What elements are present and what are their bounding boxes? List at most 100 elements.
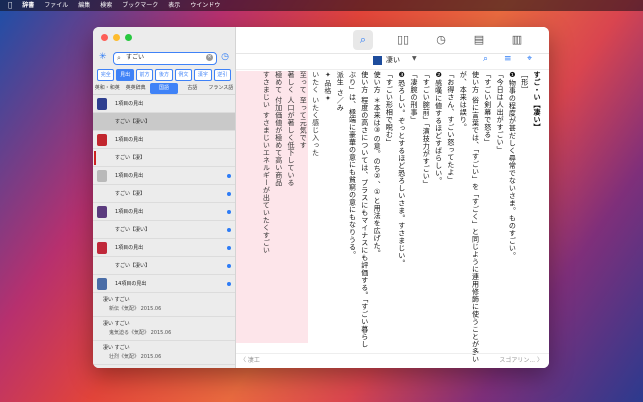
list-item[interactable]: すごい【凄い】 [93, 257, 235, 275]
marker-bar [94, 151, 96, 165]
menu-window[interactable]: ウインドウ [190, 0, 220, 11]
entry-text-column: 「すごい形相で睨む」 [385, 71, 394, 146]
history-item-detail: 壮烈《気配》 2015.06 [109, 354, 162, 360]
search-in-entry-icon[interactable]: ⌕ [483, 54, 488, 64]
entry-text-column: 「すごい腕前」「演技力がすごい」 [422, 71, 431, 188]
dict-tab-0[interactable]: 英和・和英 [93, 83, 121, 94]
library-icon[interactable]: ▥ [507, 30, 527, 50]
entry-text-column: ❶物事の程度が甚だしく尋常でないさま。ものすごい。 [508, 71, 517, 260]
close-button[interactable] [101, 34, 108, 41]
menu-list-icon[interactable]: ≡ [504, 54, 512, 64]
entry-text-column: 使い方 程度の高さについては、プラスにもマイナスにも評価する。「すごい暮らし [360, 71, 369, 348]
unread-dot-icon [227, 246, 231, 250]
dictionary-icon [97, 170, 107, 182]
headword: すご・い【凄い】 [533, 71, 541, 131]
result-list: 1項目の見出 すごい【凄い】 1項目の見出 すごい【凄】 1項目の見出 すごい【凄】 1項目… [93, 95, 235, 368]
history-icon[interactable]: ◷ [431, 30, 451, 50]
list-item[interactable]: すごい【凄】 [93, 185, 235, 203]
search-row: ✳ ⌕ すごい ✕ ◷ [99, 52, 229, 66]
search-value: すごい [126, 54, 145, 61]
segment-2[interactable]: 前方 [135, 69, 154, 81]
unread-dot-icon [227, 174, 231, 178]
dictionary-tabs: 英和・和英 英英辞典 国語 古語 フランス語 [93, 83, 235, 95]
entry-text-column: 使い方 ＊本来は③の意。のち②、①と用法を広げた。 [373, 71, 382, 257]
list-item[interactable]: 1項目の見出 [93, 203, 235, 221]
segment-1[interactable]: 見出 [116, 69, 134, 81]
entry-text-column: いたく いたく感じ入った [311, 71, 320, 157]
list-item[interactable]: 1項目の見出 [93, 167, 235, 185]
list-icon[interactable]: ▤ [469, 30, 489, 50]
apple-icon[interactable]:  [8, 0, 12, 11]
list-item[interactable]: 1項目の見出 [93, 239, 235, 257]
history-item[interactable]: 凄い すごい黄ならず 2035.02 [93, 365, 235, 368]
search-icon[interactable]: ⌕ [353, 30, 373, 50]
menu-search[interactable]: 検索 [100, 0, 112, 11]
entry-text-column: ぶり」は、極端に豪華の意にも貧窮の意にもなりうる。 [348, 71, 357, 259]
menu-view[interactable]: 表示 [168, 0, 180, 11]
dictionary-icon [97, 278, 107, 290]
menu-file[interactable]: ファイル [44, 0, 68, 11]
dict-tab-3[interactable]: 古語 [178, 83, 206, 94]
book-icon[interactable]: ▯▯ [393, 30, 413, 50]
list-item-label: すごい【凄い】 [115, 227, 151, 233]
entry-text-column: 派生 さ／み [336, 71, 345, 112]
chevron-down-icon[interactable]: ▼ [412, 55, 417, 62]
entry-text-column: 極めて 付加価値が極めて高い商品 [274, 71, 283, 187]
entry-text-column: 著しく 人口が著しく低下している [287, 71, 295, 187]
segment-6[interactable]: 逆引 [213, 69, 231, 81]
segment-3[interactable]: 後方 [155, 69, 173, 81]
list-item[interactable]: 1項目の見出 [93, 95, 235, 113]
entry-pane: ⌕ ▯▯ ◷ ▤ ▥ 凄い ▼ ⌕ ≡ ⌖ すご・い【凄い】 ［形］ ❶物事の程度が… [236, 27, 549, 368]
dictionary-icon [97, 134, 107, 146]
bookmark-icon[interactable]: ⌖ [527, 54, 532, 64]
search-input[interactable]: ⌕ すごい ✕ [113, 52, 217, 65]
history-item-title: 凄い すごい [103, 321, 130, 327]
dict-logo-icon [373, 56, 382, 65]
segment-0[interactable]: 完全 [97, 69, 115, 81]
sidebar: ✳ ⌕ すごい ✕ ◷ 完全 見出 前方 後方 例文 漢字 逆引 英和・和英 英英辞典 国語 古語… [93, 27, 236, 368]
unread-dot-icon [227, 192, 231, 196]
list-item[interactable]: すごい【凄】 [93, 149, 235, 167]
history-item-title: 凄い すごい [103, 345, 130, 351]
menu-bookmark[interactable]: ブックマーク [122, 0, 158, 11]
menu-edit[interactable]: 編集 [78, 0, 90, 11]
list-item-label: すごい【凄】 [115, 191, 146, 197]
menu-app[interactable]: 辞書 [22, 0, 34, 11]
history-item[interactable]: 凄い すごい壮烈《気配》 2015.06 [93, 341, 235, 365]
list-item-label: 1項目の見出 [115, 101, 144, 107]
history-item[interactable]: 凄い すごい 新伝《気配》 2015.06 [93, 293, 235, 317]
segment-4[interactable]: 例文 [174, 69, 193, 81]
list-item-label: 1項目の見出 [115, 209, 144, 215]
sun-icon[interactable]: ✳ [99, 52, 107, 62]
menu-bar:  辞書 ファイル 編集 検索 ブックマーク 表示 ウインドウ [0, 0, 643, 11]
list-item[interactable]: 1項目の見出 [93, 131, 235, 149]
match-mode-segments: 完全 見出 前方 後方 例文 漢字 逆引 [97, 69, 231, 81]
entry-text-column: 使い方 俗に言葉では、「すごい」を「すごく」と同じように連用修飾に使うことが多い [471, 71, 480, 363]
clear-icon[interactable]: ✕ [206, 54, 213, 61]
dictionary-icon [97, 206, 107, 218]
segment-5[interactable]: 漢字 [194, 69, 212, 81]
dictionary-icon [97, 98, 107, 110]
list-item[interactable]: すごい【凄い】 [93, 113, 235, 131]
zoom-button[interactable] [125, 34, 132, 41]
list-item[interactable]: すごい【凄い】 [93, 221, 235, 239]
search-icon: ⌕ [117, 54, 121, 62]
dict-tab-1[interactable]: 英英辞典 [121, 83, 149, 94]
entry-title[interactable]: 凄い [386, 55, 400, 65]
entry-text-column: 「お得さん、すごい怒ってたよ」 [446, 71, 455, 184]
unread-dot-icon [227, 228, 231, 232]
clock-icon[interactable]: ◷ [221, 52, 229, 62]
minimize-button[interactable] [113, 34, 120, 41]
entry-text-column: 「凄腕の刑事」 [410, 71, 418, 124]
dict-tab-4[interactable]: フランス語 [207, 83, 235, 94]
prev-entry-link[interactable]: 〈 凄工 [240, 354, 260, 368]
entry-text-column: 「今日は人出がすごい」 [496, 71, 505, 154]
next-entry-link[interactable]: スゴアリン... 〉 [499, 354, 543, 368]
dictionary-icon [97, 242, 107, 254]
entry-text-column: 至って 至って元気です [299, 71, 308, 149]
dict-tab-2[interactable]: 国語 [149, 83, 179, 94]
history-item[interactable]: 凄い すごい 鬼気迫る《気配》 2015.06 [93, 317, 235, 341]
list-item[interactable]: 14項目の見出 [93, 275, 235, 293]
entry-nav: 〈 凄工 スゴアリン... 〉 [236, 353, 549, 368]
list-item-label: すごい【凄】 [115, 155, 146, 161]
